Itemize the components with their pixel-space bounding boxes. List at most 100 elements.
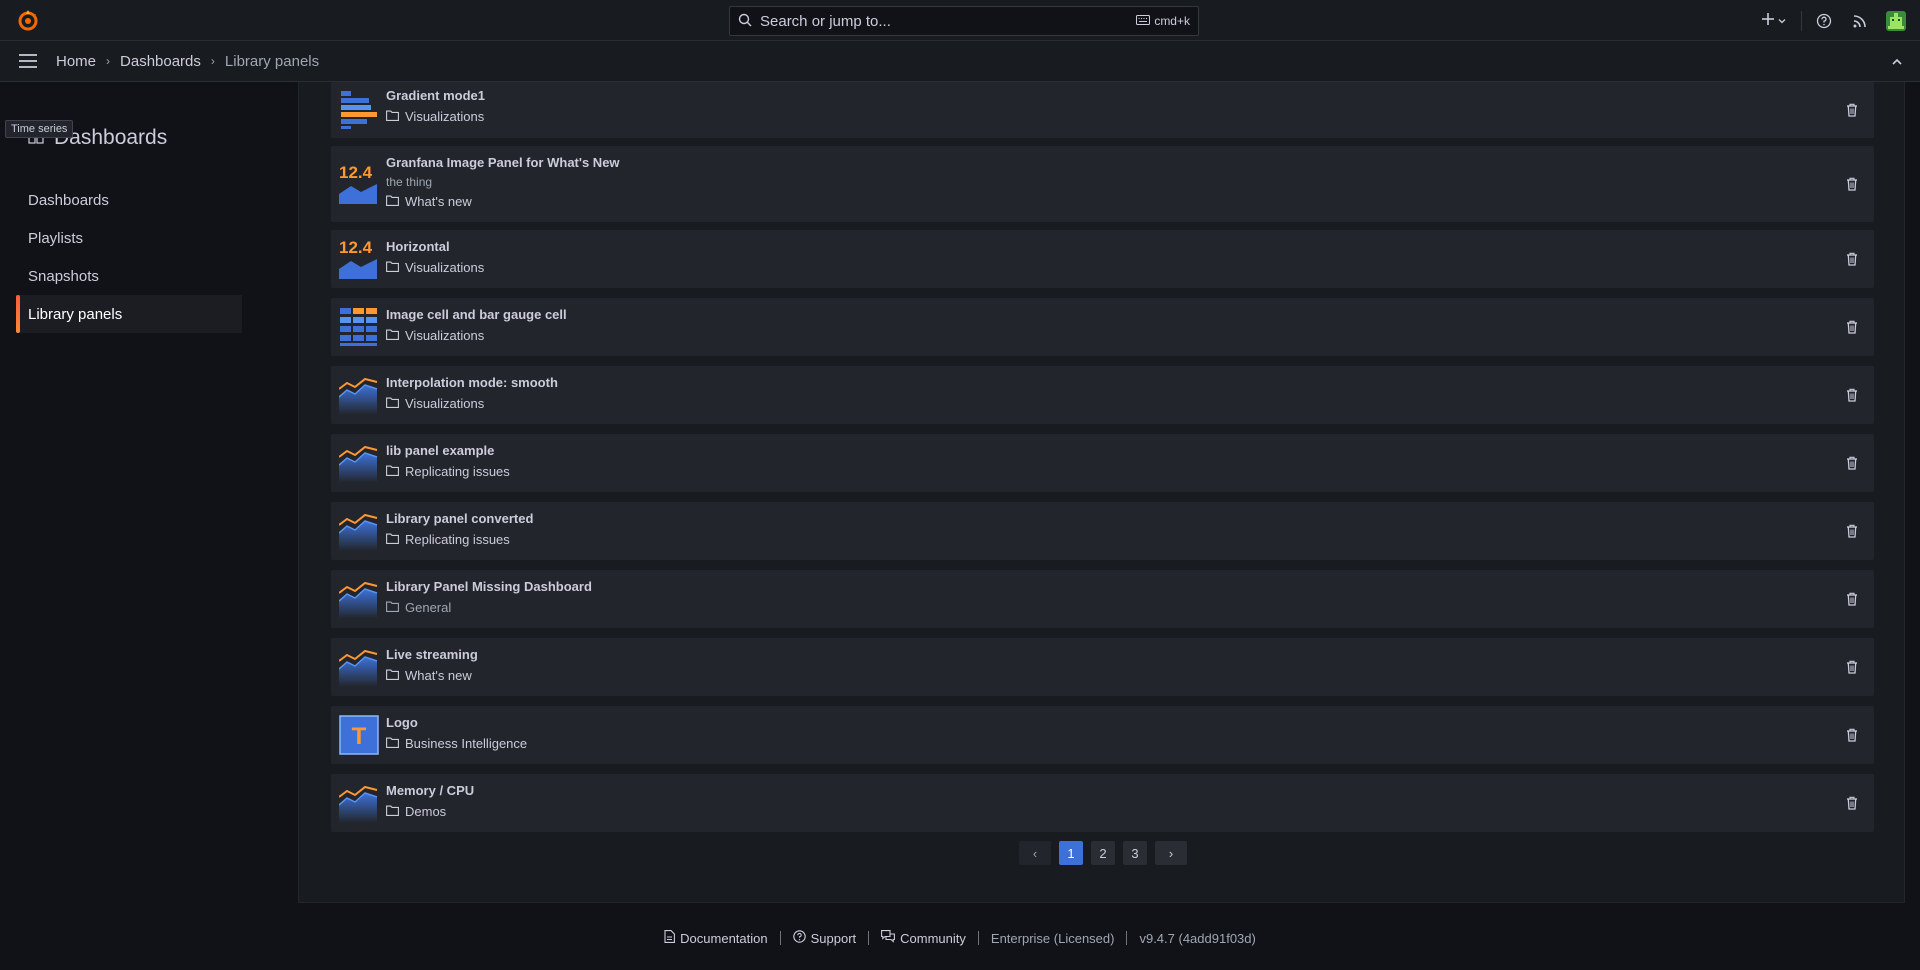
- chevron-up-icon[interactable]: [1886, 51, 1908, 73]
- breadcrumb-dashboards[interactable]: Dashboards: [120, 53, 201, 70]
- trash-icon[interactable]: [1844, 795, 1860, 811]
- panel-title[interactable]: Logo: [386, 715, 418, 730]
- main-content: Gradient mode1 Visualizations 12.4 Granf…: [298, 82, 1905, 903]
- new-button[interactable]: [1751, 0, 1797, 41]
- list-item[interactable]: T Logo Business Intelligence: [331, 706, 1874, 764]
- folder-icon: [386, 600, 399, 615]
- trash-icon[interactable]: [1844, 523, 1860, 539]
- help-icon: [792, 930, 806, 946]
- list-item[interactable]: Library panel converted Replicating issu…: [331, 502, 1874, 560]
- documentation-label: Documentation: [680, 930, 768, 946]
- panel-title[interactable]: Library Panel Missing Dashboard: [386, 579, 592, 594]
- folder-label: Visualizations: [405, 109, 485, 124]
- timeseries-icon: [338, 511, 379, 551]
- plus-icon: [1761, 12, 1775, 29]
- trash-icon[interactable]: [1844, 387, 1860, 403]
- panel-folder: What's new: [386, 668, 472, 683]
- panel-title[interactable]: Library panel converted: [386, 511, 533, 526]
- documentation-link[interactable]: Documentation: [652, 930, 779, 946]
- stat-icon: 12.4: [339, 163, 379, 204]
- panel-title[interactable]: Image cell and bar gauge cell: [386, 307, 567, 322]
- sidebar-item-snapshots[interactable]: Snapshots: [16, 257, 242, 295]
- trash-icon[interactable]: [1844, 591, 1860, 607]
- panel-title[interactable]: lib panel example: [386, 443, 494, 458]
- search-bar[interactable]: Search or jump to... cmd+k: [729, 6, 1199, 36]
- page-button-2[interactable]: 2: [1091, 841, 1115, 865]
- timeseries-icon: [338, 579, 379, 619]
- folder-label: Replicating issues: [405, 464, 510, 479]
- chevron-right-icon: ›: [210, 54, 215, 68]
- keyboard-icon: [1136, 14, 1151, 28]
- trash-icon[interactable]: [1844, 455, 1860, 471]
- breadcrumb-bar: Home › Dashboards › Library panels: [0, 41, 1920, 82]
- text-icon: T: [339, 715, 379, 755]
- page-button-3[interactable]: 3: [1123, 841, 1147, 865]
- text-glyph: T: [352, 723, 367, 750]
- version-label: v9.4.7 (4add91f03d): [1139, 930, 1256, 946]
- stat-text: 12.4: [339, 164, 373, 182]
- panel-folder: Replicating issues: [386, 464, 510, 479]
- folder-label: Demos: [405, 804, 447, 819]
- tooltip: Time series: [5, 120, 74, 138]
- panel-title[interactable]: Live streaming: [386, 647, 478, 662]
- list-item[interactable]: lib panel example Replicating issues: [331, 434, 1874, 492]
- trash-icon[interactable]: [1844, 319, 1860, 335]
- list-item[interactable]: 12.4 Granfana Image Panel for What's New…: [331, 146, 1874, 222]
- trash-icon[interactable]: [1844, 102, 1860, 118]
- trash-icon[interactable]: [1844, 659, 1860, 675]
- panel-folder: Replicating issues: [386, 532, 510, 547]
- top-bar: Search or jump to... cmd+k: [0, 0, 1920, 41]
- breadcrumb-home[interactable]: Home: [56, 53, 96, 70]
- list-item[interactable]: Interpolation mode: smooth Visualization…: [331, 366, 1874, 424]
- search-shortcut: cmd+k: [1136, 14, 1190, 28]
- trash-icon[interactable]: [1844, 727, 1860, 743]
- rss-icon[interactable]: [1842, 0, 1878, 41]
- list-item[interactable]: Memory / CPU Demos: [331, 774, 1874, 832]
- list-item[interactable]: Image cell and bar gauge cell Visualizat…: [331, 298, 1874, 356]
- panel-folder: Visualizations: [386, 396, 484, 411]
- community-link[interactable]: Community: [869, 930, 978, 946]
- sidebar-item-library-panels[interactable]: Library panels: [16, 295, 242, 333]
- list-item[interactable]: Live streaming What's new: [331, 638, 1874, 696]
- list-item[interactable]: Library Panel Missing Dashboard General: [331, 570, 1874, 628]
- folder-label: Visualizations: [405, 260, 485, 275]
- folder-label: Visualizations: [405, 328, 485, 343]
- grafana-logo-icon[interactable]: [16, 8, 40, 32]
- folder-icon: [386, 328, 399, 343]
- folder-label: What's new: [405, 668, 472, 683]
- folder-label: Replicating issues: [405, 532, 510, 547]
- panel-folder: What's new: [386, 194, 472, 209]
- sidebar-item-label: Dashboards: [28, 191, 109, 209]
- help-icon[interactable]: [1806, 0, 1842, 41]
- panel-title[interactable]: Interpolation mode: smooth: [386, 375, 558, 390]
- sidebar-item-dashboards[interactable]: Dashboards: [16, 181, 242, 219]
- panel-folder: Visualizations: [386, 328, 484, 343]
- timeseries-icon: [338, 375, 379, 415]
- list-item[interactable]: Gradient mode1 Visualizations: [331, 82, 1874, 138]
- folder-label: Visualizations: [405, 396, 485, 411]
- panel-title[interactable]: Gradient mode1: [386, 88, 485, 103]
- trash-icon[interactable]: [1844, 176, 1860, 192]
- next-page-button[interactable]: ›: [1155, 841, 1187, 865]
- folder-icon: [386, 736, 399, 751]
- folder-icon: [386, 109, 399, 124]
- panel-title[interactable]: Horizontal: [386, 239, 450, 254]
- panel-title[interactable]: Granfana Image Panel for What's New: [386, 155, 620, 170]
- support-link[interactable]: Support: [781, 930, 869, 946]
- page-button-1[interactable]: 1: [1059, 841, 1083, 865]
- top-actions: [1751, 0, 1920, 41]
- sidebar-item-playlists[interactable]: Playlists: [16, 219, 242, 257]
- folder-icon: [386, 396, 399, 411]
- pagination: ‹ 1 2 3 ›: [1019, 841, 1187, 865]
- list-item[interactable]: 12.4 Horizontal Visualizations: [331, 230, 1874, 288]
- folder-icon: [386, 194, 399, 209]
- panel-folder: General: [386, 600, 451, 615]
- menu-toggle-icon[interactable]: [0, 41, 56, 82]
- folder-icon: [386, 532, 399, 547]
- user-avatar-icon[interactable]: [1878, 0, 1914, 41]
- trash-icon[interactable]: [1844, 251, 1860, 267]
- breadcrumb: Home › Dashboards › Library panels: [56, 53, 319, 70]
- prev-page-button[interactable]: ‹: [1019, 841, 1051, 865]
- panel-description: the thing: [386, 175, 433, 189]
- panel-title[interactable]: Memory / CPU: [386, 783, 474, 798]
